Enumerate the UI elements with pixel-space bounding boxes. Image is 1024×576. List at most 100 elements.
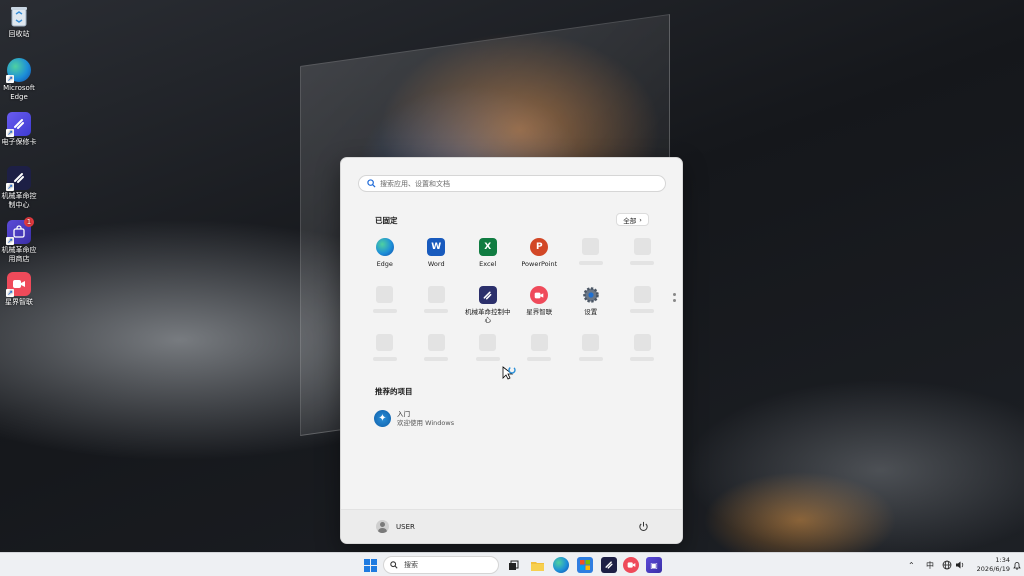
shortcut-arrow-icon: ↗ [6,237,14,245]
pinned-app-placeholder [565,238,617,280]
xingjie-zhilian-icon: ↗ [6,272,31,297]
pinned-app-placeholder [359,334,411,376]
start-search-input[interactable] [376,179,665,188]
placeholder-label [527,357,552,361]
desktop-icon-warranty-card[interactable]: ↗ 电子保修卡 [0,112,38,147]
bell-icon [1013,561,1021,570]
pinned-app-label: 机械革命控制中心 [465,308,511,324]
start-button[interactable] [362,557,378,573]
placeholder-label [372,309,397,313]
pinned-app-placeholder [411,286,463,328]
placeholder-icon [479,334,497,351]
shortcut-arrow-icon: ↗ [6,289,14,297]
clock[interactable]: 1:34 2026/6/19 [970,556,1010,574]
store-icon [580,560,590,570]
placeholder-icon [427,334,445,351]
mechrevo-store-icon: 1 ↗ [6,217,34,245]
shortcut-arrow-icon: ↗ [6,75,14,83]
desktop-icon-label: 机械革命应用商店 [1,246,37,263]
start-search-box[interactable] [358,175,666,192]
pinned-app-edge[interactable]: Edge [359,238,411,280]
placeholder-label [630,357,655,361]
mechrevo-control-center-icon [605,561,613,569]
pinned-section-title: 已固定 [375,216,398,225]
powerpoint-icon: P [530,238,549,256]
taskbar-mechrevo-control-center[interactable] [601,557,617,573]
recommended-item-subtitle: 欢迎使用 Windows [397,418,455,427]
placeholder-label [578,261,603,265]
start-menu-footer: USER [341,509,682,543]
user-name: USER [396,522,415,531]
tray-overflow-button[interactable]: ⌃ [908,553,915,576]
clock-date: 2026/6/19 [976,565,1010,573]
taskbar-search-box[interactable]: 搜索 [383,556,499,574]
placeholder-icon [376,334,394,351]
pinned-app-label: 星界智联 [526,308,553,316]
xingjie-zhilian-icon [530,286,549,304]
desktop-icon-edge[interactable]: ↗ Microsoft Edge [0,58,38,102]
pinned-apps-grid: Edge W Word X Excel P PowerPoint 机械革命控制中… [359,238,669,376]
pinned-app-word[interactable]: W Word [411,238,463,280]
taskbar-edge[interactable] [553,557,569,573]
placeholder-icon [582,238,600,255]
pinned-app-placeholder [411,334,463,376]
notification-button[interactable] [1013,553,1021,576]
pinned-app-label: PowerPoint [521,260,558,268]
avatar [376,520,389,533]
desktop-icon-mechrevo-store[interactable]: 1 ↗ 机械革命应用商店 [0,217,38,264]
all-apps-button[interactable]: 全部 › [616,213,649,226]
all-apps-label: 全部 [623,216,637,225]
taskbar-file-explorer[interactable] [529,557,545,573]
desktop-icon-label: 机械革命控制中心 [1,192,37,209]
desktop-icon-label: 回收站 [8,30,30,38]
ime-indicator[interactable]: 中 [926,553,934,576]
placeholder-icon [376,286,394,303]
recommended-item-text: 入门 欢迎使用 Windows [397,410,454,427]
pinned-app-label: Edge [376,260,393,268]
pinned-app-placeholder [617,334,669,376]
pinned-app-excel[interactable]: X Excel [462,238,514,280]
pinned-app-placeholder [359,286,411,328]
desktop-icon-label: 电子保修卡 [1,138,37,146]
placeholder-label [630,261,655,265]
volume-button[interactable] [955,553,965,576]
placeholder-label [424,357,449,361]
taskbar-microsoft-store[interactable] [577,557,593,573]
mouse-cursor-busy-icon [502,366,516,380]
desktop-icon-label: Microsoft Edge [3,84,35,101]
pinned-app-mechrevo-control-center[interactable]: 机械革命控制中心 [462,286,514,328]
desktop-icon-mechrevo-control-center[interactable]: ↗ 机械革命控制中心 [0,166,38,210]
shortcut-arrow-icon: ↗ [6,183,14,191]
excel-icon: X [478,238,497,256]
placeholder-icon [633,238,651,255]
pinned-app-xingjie-zhilian[interactable]: 星界智联 [514,286,566,328]
placeholder-label [630,309,655,313]
placeholder-label [578,357,603,361]
pinned-app-powerpoint[interactable]: P PowerPoint [514,238,566,280]
placeholder-label [424,309,449,313]
mechrevo-store-icon: ▣ [650,560,658,570]
edge-icon [375,238,394,256]
xingjie-zhilian-icon [627,562,635,568]
task-view-button[interactable] [505,557,521,573]
pinned-app-placeholder [617,238,669,280]
page-indicator[interactable] [673,293,676,302]
desktop-icon-xingjie-zhilian[interactable]: ↗ 星界智联 [0,272,38,307]
taskbar-xingjie-zhilian[interactable] [623,557,639,573]
power-icon[interactable] [638,521,649,532]
taskbar-search-label: 搜索 [404,561,418,569]
pinned-app-placeholder [565,334,617,376]
word-icon: W [427,238,446,256]
network-button[interactable] [942,553,952,576]
placeholder-icon [427,286,445,303]
recommended-item-get-started[interactable]: ✦ 入门 欢迎使用 Windows [374,410,454,427]
recommended-section-title: 推荐的项目 [375,387,413,396]
mechrevo-control-center-icon: ↗ [6,166,31,191]
notification-badge: 1 [24,217,34,227]
desktop-icon-recycle-bin[interactable]: 回收站 [0,4,38,39]
pinned-app-settings[interactable]: 设置 [565,286,617,328]
taskbar-mechrevo-store[interactable]: ▣ [646,557,662,573]
warranty-card-icon: ↗ [6,112,31,137]
pinned-app-label: 设置 [584,308,598,316]
user-account-button[interactable]: USER [376,520,415,533]
